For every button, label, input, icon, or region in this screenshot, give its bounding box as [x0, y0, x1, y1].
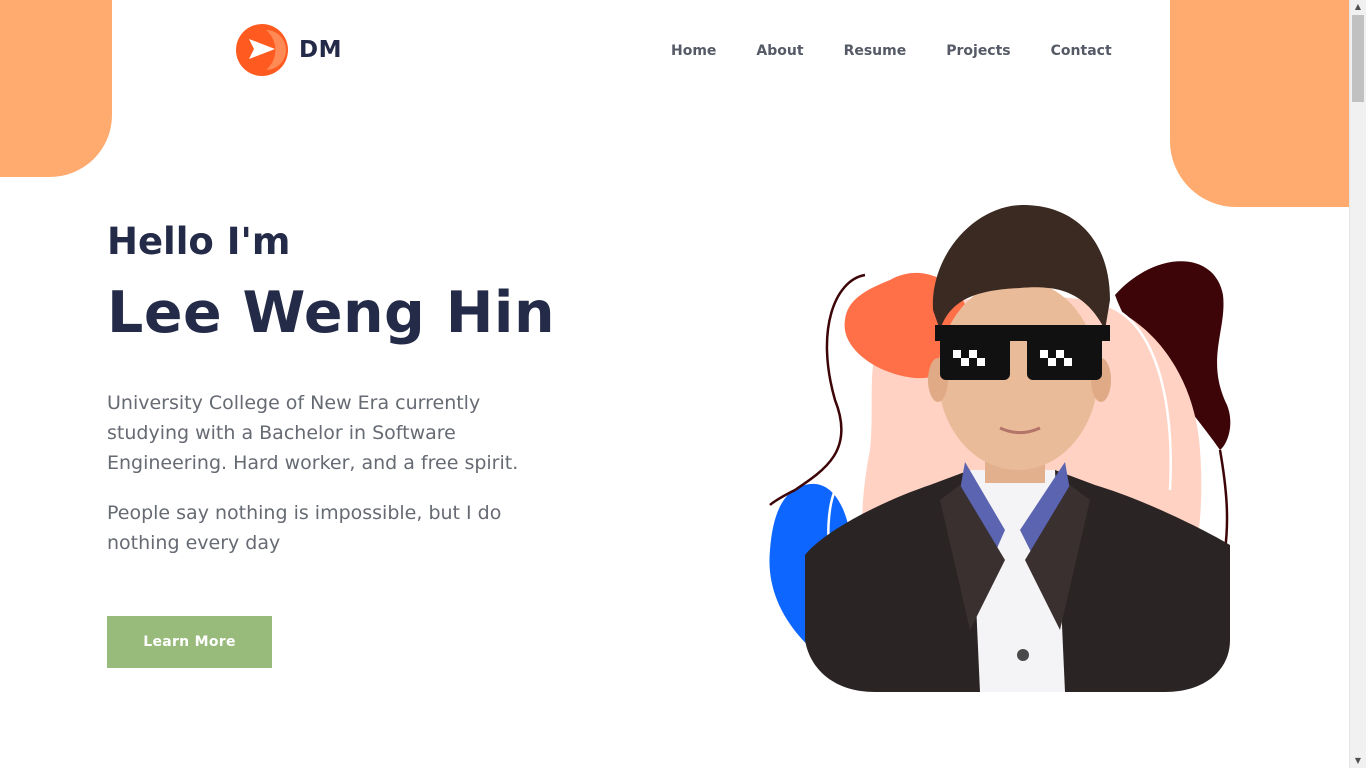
hero-greeting: Hello I'm: [107, 220, 291, 263]
nav-projects[interactable]: Projects: [946, 43, 1010, 59]
hero-description: University College of New Era currently …: [107, 392, 519, 474]
play-arrow-logo-icon: [236, 24, 288, 76]
learn-more-button[interactable]: Learn More: [107, 616, 272, 668]
hero-name: Lee Weng Hin: [107, 280, 556, 346]
decorative-blob-top-left: [0, 0, 112, 177]
scroll-down-arrow-icon[interactable]: ▼: [1350, 754, 1366, 768]
hero-quote: People say nothing is impossible, but I …: [107, 502, 502, 554]
nav-home[interactable]: Home: [671, 43, 716, 59]
logo-text: DM: [299, 37, 342, 63]
scroll-up-arrow-icon[interactable]: ▲: [1350, 0, 1366, 14]
nav-resume[interactable]: Resume: [844, 43, 907, 59]
nav-about[interactable]: About: [756, 43, 803, 59]
main-nav: Home About Resume Projects Contact: [671, 43, 1152, 59]
scrollbar-thumb[interactable]: [1352, 15, 1364, 102]
nav-contact[interactable]: Contact: [1051, 43, 1112, 59]
hero-portrait-illustration: [769, 205, 1231, 692]
page: DM Home About Resume Projects Contact He…: [0, 0, 1349, 768]
decorative-blob-top-right: [1170, 0, 1349, 207]
site-logo[interactable]: DM: [236, 24, 342, 76]
vertical-scrollbar[interactable]: ▲ ▼: [1349, 0, 1366, 768]
